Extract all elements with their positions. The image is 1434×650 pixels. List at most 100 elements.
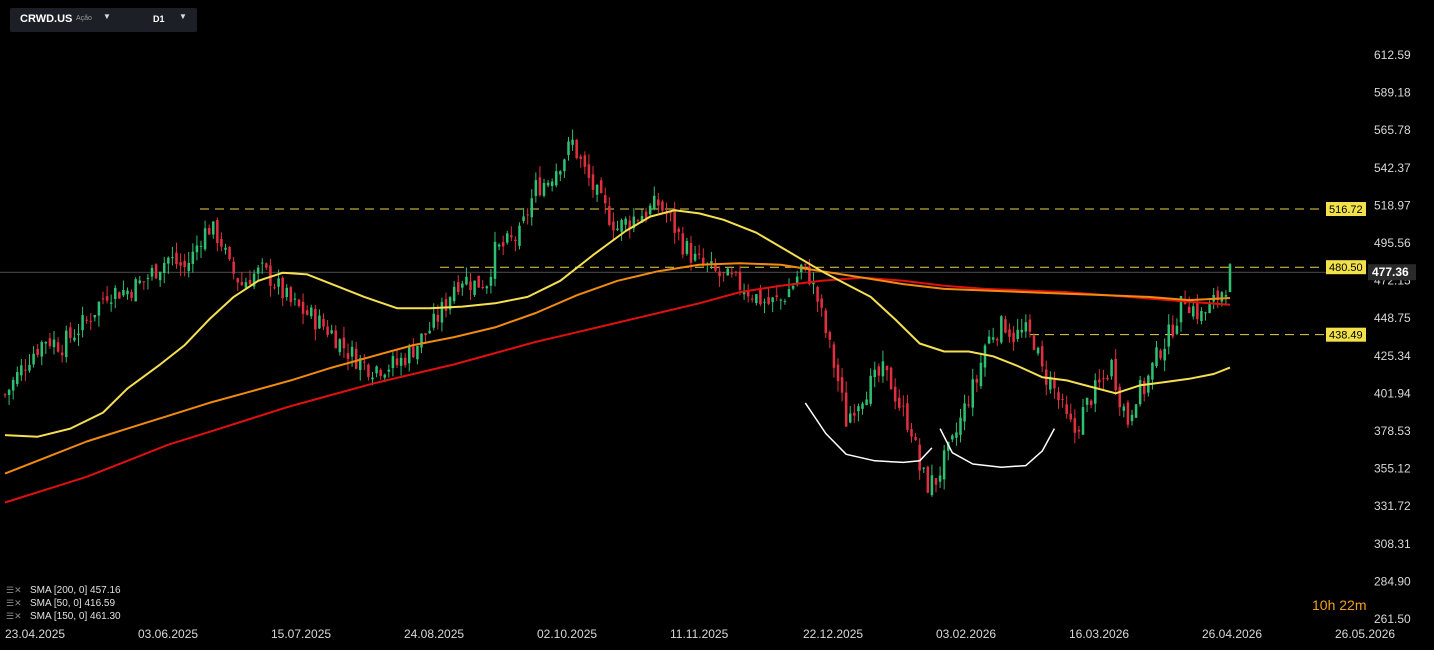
settings-close-icon[interactable]: ☰✕ [6, 597, 26, 610]
candle-body [444, 299, 448, 311]
candle-body [142, 281, 146, 283]
candle-body [579, 156, 583, 159]
candle-body [975, 378, 979, 383]
candle-body [403, 357, 407, 366]
x-tick-label: 23.04.2025 [5, 627, 65, 641]
candle-body [722, 272, 725, 274]
candle-body [550, 181, 554, 186]
legend-item-sma50[interactable]: ☰✕ SMA [50, 0] 416.59 [6, 597, 121, 610]
candle-body [1142, 380, 1146, 395]
candle-body [542, 183, 546, 196]
candle-body [36, 349, 39, 355]
candle-body [265, 263, 268, 268]
candle-body [485, 286, 489, 289]
candle-body [1036, 347, 1040, 354]
candle-body [1134, 404, 1138, 418]
candle-body [113, 287, 117, 299]
candle-body [236, 278, 240, 283]
candle-body [575, 139, 578, 159]
candle-body [612, 221, 615, 231]
timeframe-selector[interactable]: D1 [153, 14, 165, 24]
x-tick-label: 22.12.2025 [803, 627, 863, 641]
candle-body [534, 180, 538, 196]
candle-body [171, 257, 174, 259]
x-tick-label: 03.06.2025 [138, 627, 198, 641]
candle-body [11, 380, 15, 391]
candle-body [787, 289, 791, 298]
legend-item-sma150[interactable]: ☰✕ SMA [150, 0] 461.30 [6, 610, 121, 623]
candle-body [216, 219, 219, 243]
candle-body [812, 282, 815, 285]
candle-body [1163, 348, 1166, 361]
symbol-dropdown-icon[interactable]: ▼ [103, 12, 111, 21]
timeframe-dropdown-icon[interactable]: ▼ [179, 12, 187, 21]
candle-body [514, 239, 517, 242]
candle-body [1114, 358, 1117, 391]
candle-body [126, 290, 129, 295]
candle-body [1167, 324, 1171, 347]
candle-body [987, 336, 991, 344]
candle-body [273, 287, 276, 289]
bar-countdown-timer: 10h 22m [1312, 597, 1367, 613]
candle-body [1122, 406, 1126, 411]
candle-body [983, 345, 987, 368]
candle-body [118, 292, 121, 299]
candle-body [1077, 429, 1081, 432]
y-tick-label: 425.34 [1374, 349, 1411, 363]
candle-body [318, 315, 321, 329]
candle-body [995, 338, 999, 341]
candle-body [481, 286, 485, 289]
legend-label: SMA [50, 0] 416.59 [30, 598, 116, 609]
settings-close-icon[interactable]: ☰✕ [6, 610, 26, 623]
candle-body [505, 233, 509, 243]
candle-body [873, 369, 877, 378]
candle-body [538, 177, 542, 196]
candle-body [60, 352, 64, 356]
candle-body [955, 432, 958, 438]
y-tick-label: 448.75 [1374, 311, 1411, 325]
candle-body [918, 444, 921, 471]
candle-body [755, 294, 758, 304]
candle-body [971, 379, 975, 408]
candle-body [24, 369, 27, 371]
candle-body [648, 205, 652, 215]
indicator-legend: ☰✕ SMA [200, 0] 457.16 ☰✕ SMA [50, 0] 41… [6, 584, 121, 623]
candle-body [893, 386, 897, 402]
candle-body [64, 330, 68, 357]
candle-body [424, 333, 427, 336]
price-chart[interactable]: 612.59589.18565.78542.37518.97495.56472.… [0, 0, 1434, 650]
candle-body [289, 287, 293, 303]
candle-body [1008, 329, 1011, 337]
y-tick-label: 495.56 [1374, 236, 1411, 250]
settings-close-icon[interactable]: ☰✕ [6, 584, 26, 597]
candle-body [158, 271, 162, 281]
candle-body [1102, 378, 1105, 380]
candle-body [771, 297, 774, 303]
candle-body [1032, 335, 1036, 350]
candle-body [101, 298, 105, 300]
candle-body [15, 372, 19, 385]
candle-body [89, 320, 93, 322]
candle-body [130, 292, 133, 298]
candle-body [636, 220, 640, 222]
candle-body [456, 282, 460, 293]
candle-body [497, 244, 501, 247]
candle-body [881, 361, 885, 377]
candle-body [779, 299, 783, 301]
candle-body [571, 139, 574, 145]
candle-body [367, 364, 370, 377]
candle-body [685, 241, 689, 254]
candle-body [689, 243, 693, 263]
symbol-bar[interactable]: CRWD.US Ação ▼ D1 ▼ [10, 8, 197, 32]
candle-body [1004, 319, 1007, 333]
level-label: 438.49 [1329, 330, 1363, 342]
candle-body [387, 369, 391, 372]
candle-body [122, 289, 125, 296]
x-tick-label: 15.07.2025 [271, 627, 331, 641]
candle-body [914, 436, 917, 440]
candle-body [85, 319, 88, 321]
legend-item-sma200[interactable]: ☰✕ SMA [200, 0] 457.16 [6, 584, 121, 597]
symbol-name[interactable]: CRWD.US [20, 13, 72, 25]
pattern-drawings [804, 402, 1056, 468]
candle-body [248, 279, 252, 285]
